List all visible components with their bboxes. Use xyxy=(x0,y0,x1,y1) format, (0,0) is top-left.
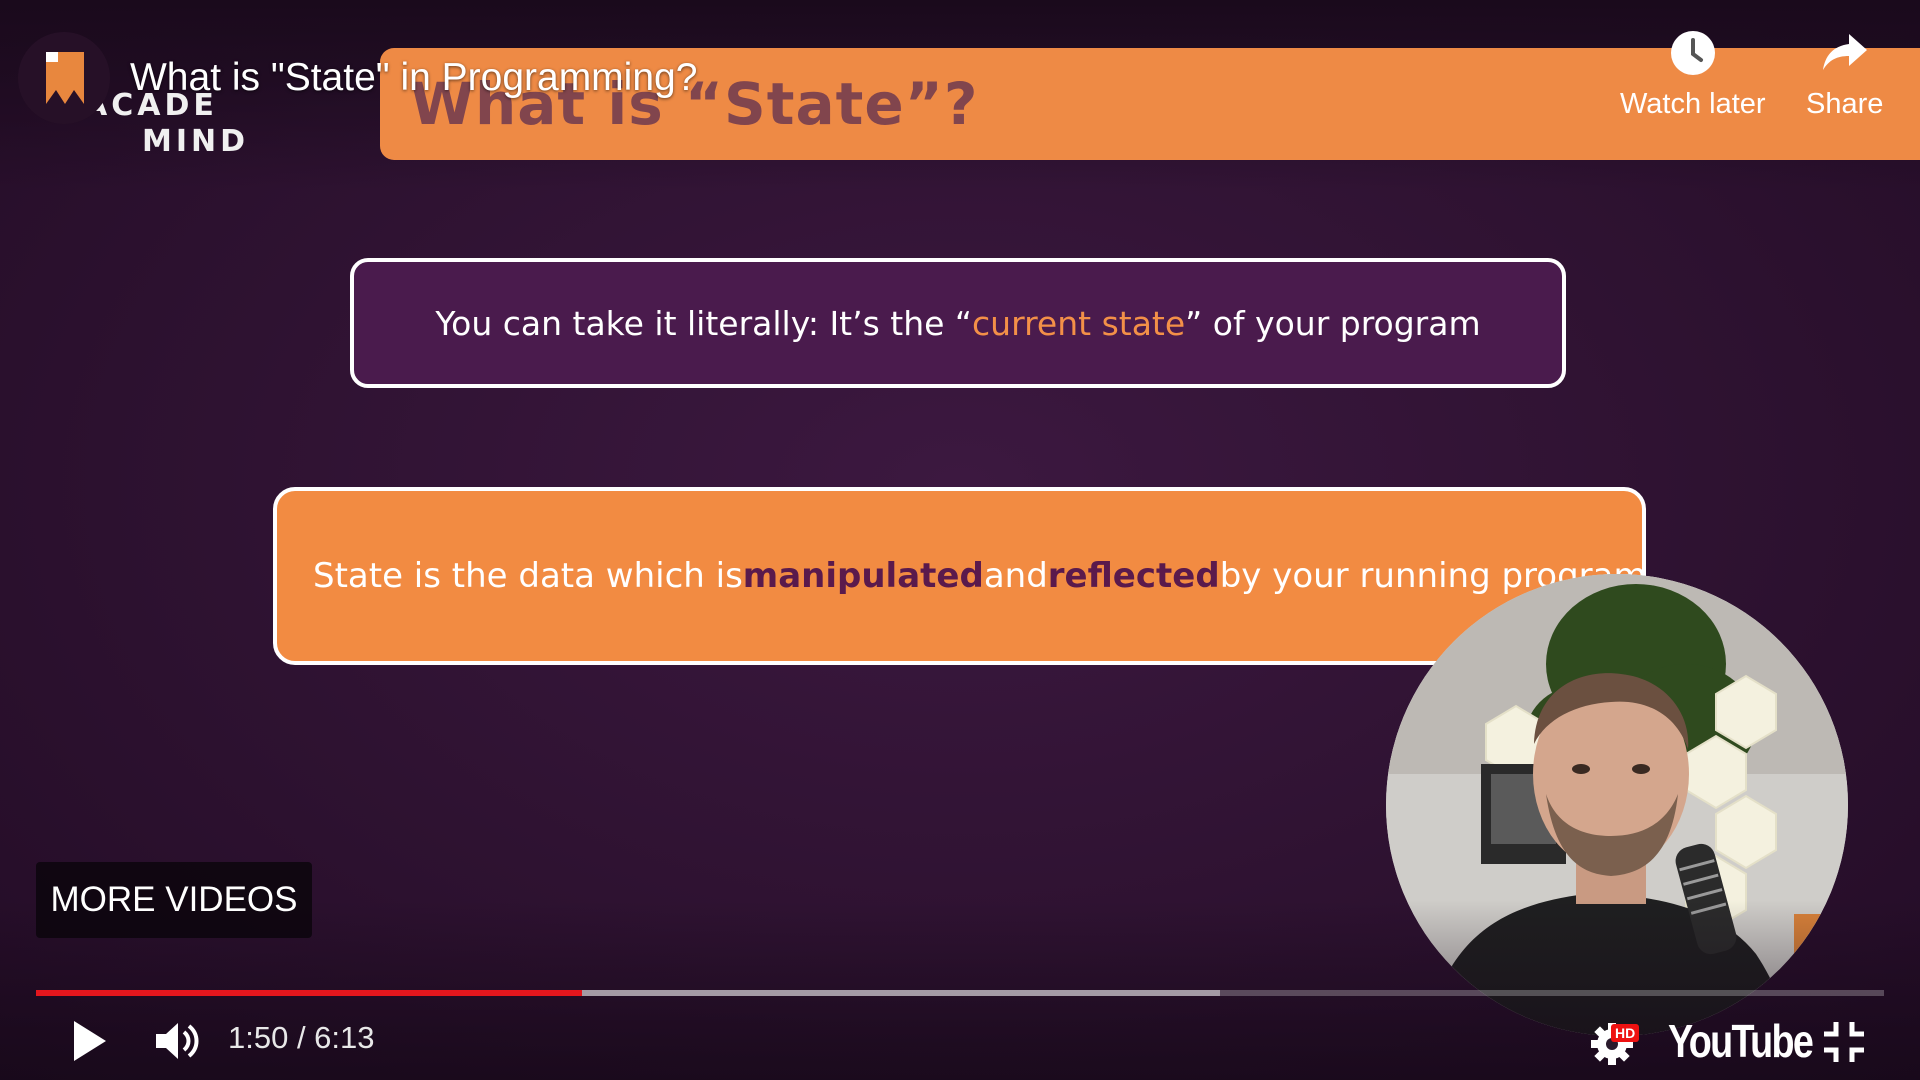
definition-text: and xyxy=(983,556,1048,596)
slide-definition-box: State is the data which is manipulated a… xyxy=(273,487,1646,665)
statement-text: ” of your program xyxy=(1185,303,1481,343)
time-display: 1:50 / 6:13 xyxy=(228,1020,375,1055)
exit-fullscreen-button[interactable] xyxy=(1820,1018,1868,1066)
clock-icon xyxy=(1670,31,1715,75)
definition-emphasis: manipulated xyxy=(742,556,984,596)
channel-logo-text: MIND xyxy=(142,124,250,159)
share-button[interactable]: Share xyxy=(1806,28,1883,121)
definition-text: State is the data which is xyxy=(313,556,743,596)
volume-button[interactable] xyxy=(152,1015,204,1067)
statement-text: You can take it literally: It’s the “ xyxy=(435,303,973,343)
watch-later-label: Watch later xyxy=(1620,88,1766,120)
hd-badge: HD xyxy=(1611,1024,1640,1042)
video-title[interactable]: What is "State" in Programming? xyxy=(130,56,697,100)
exit-fullscreen-icon xyxy=(1824,1022,1864,1062)
statement-highlight: current state xyxy=(972,303,1186,343)
channel-avatar[interactable] xyxy=(18,32,110,124)
play-icon xyxy=(74,1021,106,1061)
watch-later-button[interactable]: Watch later xyxy=(1620,28,1766,121)
youtube-logo[interactable]: YouTube xyxy=(1668,1014,1814,1068)
play-button[interactable] xyxy=(66,1015,114,1067)
slide-statement-box: You can take it literally: It’s the “cur… xyxy=(350,258,1566,388)
share-arrow-icon xyxy=(1822,34,1867,70)
progress-bar[interactable] xyxy=(36,990,1884,996)
definition-emphasis: reflected xyxy=(1047,556,1220,596)
progress-played xyxy=(36,990,583,996)
more-videos-button[interactable]: MORE VIDEOS xyxy=(36,862,312,938)
share-label: Share xyxy=(1806,88,1884,120)
volume-icon xyxy=(156,1023,199,1059)
bookmark-logo-icon xyxy=(18,32,110,124)
